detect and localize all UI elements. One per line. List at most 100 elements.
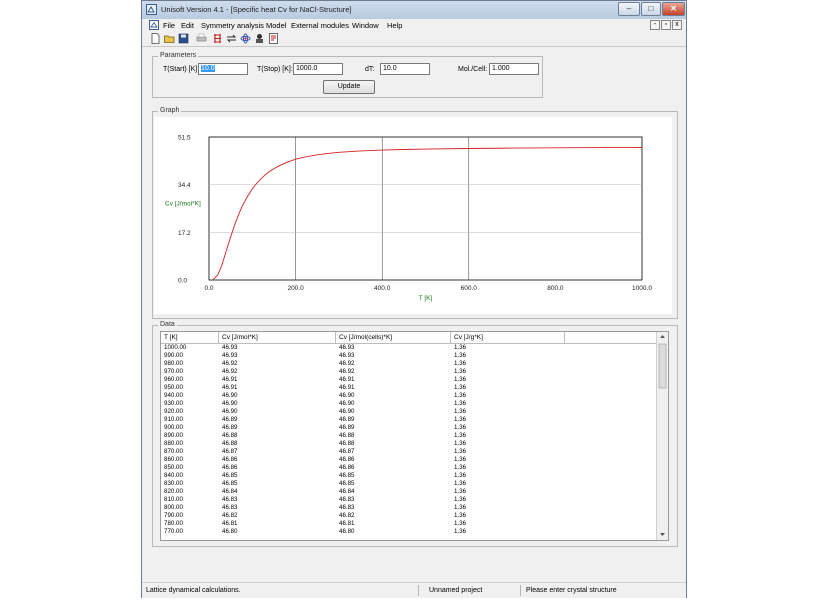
y-axis-label: Cv [J/mol*K] <box>165 201 201 208</box>
data-grid[interactable]: T [K] Cv [J/mol*K] Cv [J/mol(cells)*K] C… <box>160 331 669 541</box>
data-label: Data <box>158 321 177 328</box>
table-cell: 1000.00 <box>164 344 187 351</box>
mdi-restore-button[interactable]: ▫ <box>661 20 671 30</box>
table-row[interactable]: 940.00 46.90 46.90 1.36 <box>161 392 657 399</box>
table-cell: 1.36 <box>454 504 467 511</box>
mol-cell-input[interactable]: 1.000 <box>489 63 539 75</box>
menu-edit[interactable]: Edit <box>181 21 194 30</box>
table-cell: 1.36 <box>454 424 467 431</box>
crystal-lattice-icon[interactable] <box>212 33 223 44</box>
table-row[interactable]: 820.00 46.84 46.84 1.36 <box>161 488 657 495</box>
menu-window[interactable]: Window <box>352 21 379 30</box>
table-cell: 46.92 <box>339 368 355 375</box>
table-cell: 46.93 <box>339 352 355 359</box>
table-row[interactable]: 910.00 46.89 46.89 1.36 <box>161 416 657 423</box>
table-cell: 1.36 <box>454 472 467 479</box>
mol-cell-label: Mol./Cell: <box>458 66 488 73</box>
app-logo-icon <box>146 4 157 15</box>
table-cell: 890.00 <box>164 432 183 439</box>
table-row[interactable]: 890.00 46.88 46.88 1.36 <box>161 432 657 439</box>
app-window: Unisoft Version 4.1 - [Specific heat Cv … <box>141 0 687 598</box>
open-folder-icon[interactable] <box>164 33 175 44</box>
table-row[interactable]: 860.00 46.86 46.86 1.36 <box>161 456 657 463</box>
table-cell: 46.89 <box>222 416 238 423</box>
table-row[interactable]: 830.00 46.85 46.85 1.36 <box>161 480 657 487</box>
table-cell: 46.85 <box>222 472 238 479</box>
table-cell: 790.00 <box>164 512 183 519</box>
new-document-icon[interactable] <box>150 33 161 44</box>
phonon-icon[interactable] <box>254 33 265 44</box>
table-cell: 46.85 <box>339 472 355 479</box>
table-cell: 46.92 <box>222 360 238 367</box>
table-row[interactable]: 800.00 46.83 46.83 1.36 <box>161 504 657 511</box>
column-header-cv-mol[interactable]: Cv [J/mol*K] <box>219 332 336 343</box>
table-row[interactable]: 810.00 46.83 46.83 1.36 <box>161 496 657 503</box>
table-row[interactable]: 770.00 46.80 46.80 1.36 <box>161 528 657 535</box>
table-row[interactable]: 960.00 46.91 46.91 1.36 <box>161 376 657 383</box>
atom-icon[interactable] <box>240 33 251 44</box>
table-cell: 46.93 <box>339 344 355 351</box>
parameters-group: Parameters T(Start) [K]: 10.0 T(Stop) [K… <box>152 52 543 98</box>
table-row[interactable]: 990.00 46.93 46.93 1.36 <box>161 352 657 359</box>
table-row[interactable]: 970.00 46.92 46.92 1.36 <box>161 368 657 375</box>
table-cell: 46.86 <box>339 456 355 463</box>
table-row[interactable]: 930.00 46.90 46.90 1.36 <box>161 400 657 407</box>
document-icon[interactable] <box>149 20 159 30</box>
table-cell: 1.36 <box>454 528 467 535</box>
column-header-cv-g[interactable]: Cv [J/g*K] <box>451 332 565 343</box>
table-row[interactable]: 920.00 46.90 46.90 1.36 <box>161 408 657 415</box>
graph-area: 0.0 200.0 400.0 600.0 800.0 1000.0 0.0 17.2 34.4… <box>154 117 672 314</box>
table-row[interactable]: 900.00 46.89 46.89 1.36 <box>161 424 657 431</box>
table-cell: 46.87 <box>222 448 238 455</box>
maximize-button[interactable]: □ <box>641 2 661 16</box>
table-cell: 1.36 <box>454 480 467 487</box>
title-bar[interactable]: Unisoft Version 4.1 - [Specific heat Cv … <box>142 1 686 20</box>
scrollbar-track <box>658 335 667 536</box>
table-cell: 46.90 <box>222 392 238 399</box>
dt-label: dT: <box>365 66 375 73</box>
table-row[interactable]: 980.00 46.92 46.92 1.36 <box>161 360 657 367</box>
specific-heat-chart: 0.0 200.0 400.0 600.0 800.0 1000.0 0.0 17.2 34.4… <box>165 135 652 303</box>
table-row[interactable]: 780.00 46.81 46.81 1.36 <box>161 520 657 527</box>
table-row[interactable]: 850.00 46.86 46.86 1.36 <box>161 464 657 471</box>
print-icon[interactable] <box>196 33 207 44</box>
update-button[interactable]: Update <box>323 80 375 94</box>
table-cell: 46.80 <box>222 528 238 535</box>
double-arrow-icon[interactable] <box>226 33 237 44</box>
table-cell: 1.36 <box>454 392 467 399</box>
menu-file[interactable]: File <box>163 21 175 30</box>
dt-input[interactable]: 10.0 <box>380 63 430 75</box>
mdi-close-button[interactable]: x <box>672 20 682 30</box>
menu-symmetry-analysis[interactable]: Symmetry analysis <box>201 21 264 30</box>
table-row[interactable]: 840.00 46.85 46.85 1.36 <box>161 472 657 479</box>
mdi-minimize-button[interactable]: - <box>650 20 660 30</box>
t-start-input[interactable]: 10.0 <box>198 63 248 75</box>
table-cell: 46.83 <box>222 496 238 503</box>
menu-external-modules[interactable]: External modules <box>291 21 349 30</box>
table-row[interactable]: 880.00 46.88 46.88 1.36 <box>161 440 657 447</box>
x-tick-label: 400.0 <box>374 285 391 292</box>
column-header-t[interactable]: T [K] <box>161 332 219 343</box>
table-cell: 1.36 <box>454 376 467 383</box>
column-header-cv-cells[interactable]: Cv [J/mol(cells)*K] <box>336 332 451 343</box>
table-row[interactable]: 1000.00 46.93 46.93 1.36 <box>161 344 657 351</box>
table-cell: 46.89 <box>222 424 238 431</box>
x-axis-label: T [K] <box>419 295 433 302</box>
minimize-button[interactable]: – <box>618 2 640 16</box>
menu-help[interactable]: Help <box>387 21 402 30</box>
document-calc-icon[interactable] <box>268 33 279 44</box>
table-cell: 46.83 <box>222 504 238 511</box>
menu-model[interactable]: Model <box>266 21 286 30</box>
table-row[interactable]: 870.00 46.87 46.87 1.36 <box>161 448 657 455</box>
table-cell: 46.91 <box>222 376 238 383</box>
table-cell: 990.00 <box>164 352 183 359</box>
save-disk-icon[interactable] <box>178 33 189 44</box>
t-stop-input[interactable]: 1000.0 <box>293 63 343 75</box>
graph-label: Graph <box>158 107 182 114</box>
table-cell: 1.36 <box>454 520 467 527</box>
vertical-scrollbar[interactable] <box>656 332 668 540</box>
table-row[interactable]: 950.00 46.91 46.91 1.36 <box>161 384 657 391</box>
table-cell: 870.00 <box>164 448 183 455</box>
close-button[interactable]: ✕ <box>662 2 685 16</box>
table-row[interactable]: 790.00 46.82 46.82 1.36 <box>161 512 657 519</box>
